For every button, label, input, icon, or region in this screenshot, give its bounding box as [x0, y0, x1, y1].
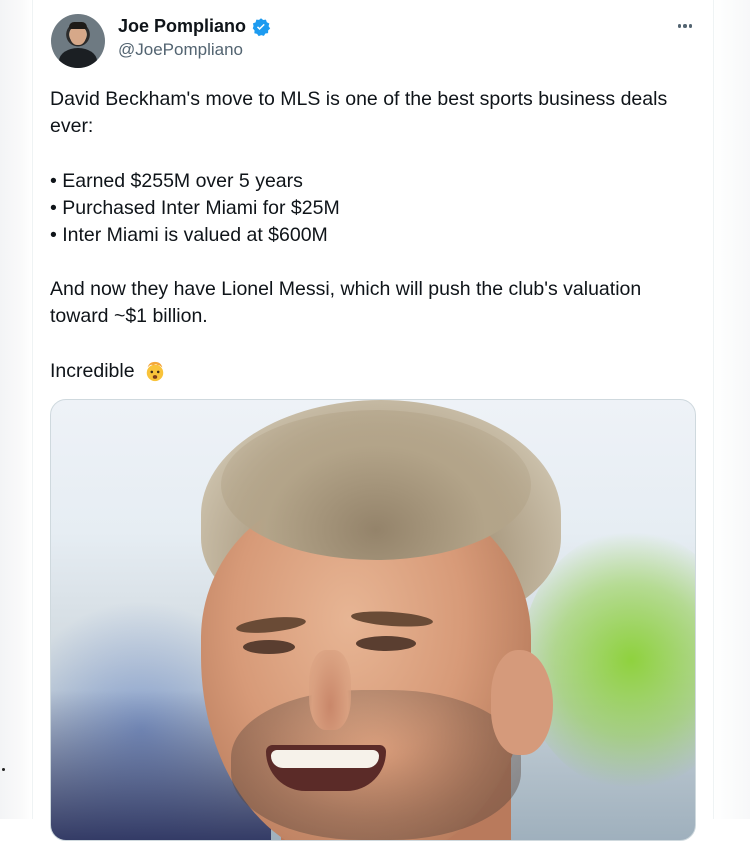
tweet-bullet: • Purchased Inter Miami for $25M: [50, 197, 340, 219]
photo-nose: [309, 650, 351, 730]
author-name-row: Joe Pompliano: [118, 16, 271, 37]
photo-ear: [491, 650, 553, 755]
tweet-bullet: • Inter Miami is valued at $600M: [50, 224, 328, 246]
author-handle[interactable]: @JoePompliano: [118, 40, 243, 60]
tweet-card: Joe Pompliano @JoePompliano David Beckha…: [32, 0, 714, 841]
verified-badge-icon: [251, 17, 271, 37]
more-options-icon[interactable]: [673, 16, 697, 36]
photo-teeth: [271, 750, 379, 768]
avatar-shirt: [59, 48, 97, 68]
avatar-hair: [69, 22, 87, 29]
tweet-closing-word: Incredible: [50, 360, 135, 382]
photo-hair-top: [221, 410, 531, 560]
exploding-head-icon: [144, 360, 166, 382]
tweet-media-photo[interactable]: [50, 399, 696, 841]
tweet-bullet: • Earned $255M over 5 years: [50, 170, 303, 192]
photo-eye: [356, 636, 416, 651]
tweet-text-closing: Incredible: [50, 358, 690, 385]
right-gutter: [713, 0, 750, 819]
background-page-edge: [0, 0, 32, 819]
tweet-text-intro: David Beckham's move to MLS is one of th…: [50, 88, 668, 137]
author-display-name[interactable]: Joe Pompliano: [118, 16, 246, 37]
background-dot: [2, 768, 5, 771]
tweet-text-body: And now they have Lionel Messi, which wi…: [50, 278, 642, 327]
photo-eye: [243, 640, 295, 654]
avatar[interactable]: [51, 14, 105, 68]
